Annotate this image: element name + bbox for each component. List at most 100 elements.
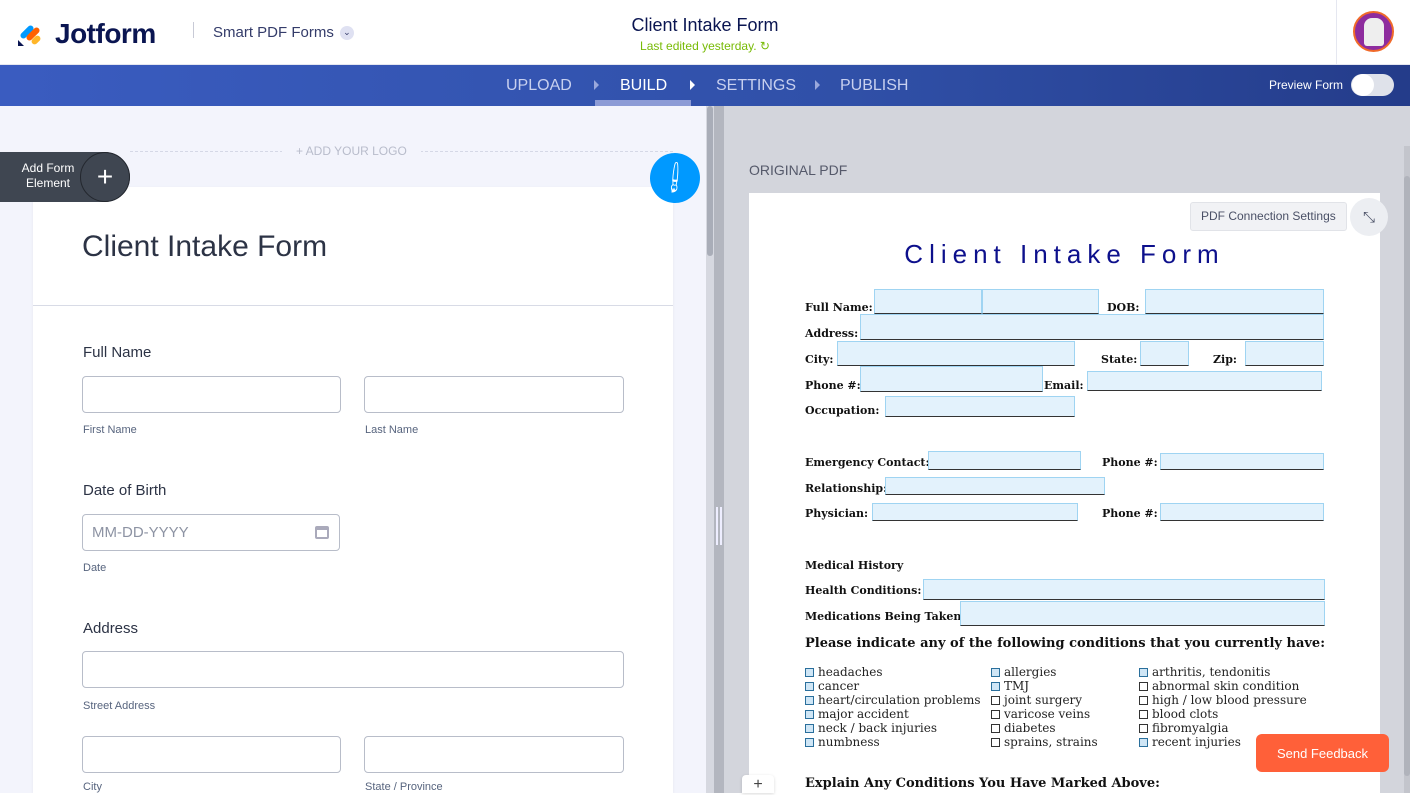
pane-resizer[interactable] xyxy=(714,106,724,793)
checkbox-icon[interactable] xyxy=(1139,667,1148,677)
pdf-field-emergency-contact[interactable] xyxy=(928,451,1081,470)
condition-label: headaches xyxy=(818,665,883,679)
pdf-field-state[interactable] xyxy=(1140,341,1189,366)
form-heading[interactable]: Client Intake Form xyxy=(82,230,327,264)
pdf-label-state: State: xyxy=(1101,353,1138,366)
pdf-field-address[interactable] xyxy=(860,314,1324,340)
city-input[interactable] xyxy=(82,736,341,773)
checkbox-icon[interactable] xyxy=(805,667,814,677)
condition-label: sprains, strains xyxy=(1004,735,1098,749)
tab-build[interactable]: BUILD xyxy=(620,77,667,95)
send-feedback-button[interactable]: Send Feedback xyxy=(1256,734,1389,772)
pdf-field-first-name[interactable] xyxy=(874,289,982,314)
right-scrollbar[interactable] xyxy=(1404,146,1410,793)
street-address-input[interactable] xyxy=(82,651,624,688)
first-name-input[interactable] xyxy=(82,376,341,413)
pdf-condition-checkbox[interactable]: numbness xyxy=(805,735,880,749)
checkbox-icon[interactable] xyxy=(991,709,1000,719)
pdf-condition-checkbox[interactable]: blood clots xyxy=(1139,707,1218,721)
checkbox-icon[interactable] xyxy=(805,737,814,747)
condition-label: neck / back injuries xyxy=(818,721,937,735)
tab-upload[interactable]: UPLOAD xyxy=(506,77,572,95)
preview-form-toggle[interactable] xyxy=(1351,74,1394,96)
pdf-condition-checkbox[interactable]: sprains, strains xyxy=(991,735,1098,749)
pdf-field-zip[interactable] xyxy=(1245,341,1324,366)
pdf-connection-settings-button[interactable]: PDF Connection Settings xyxy=(1190,202,1347,231)
checkbox-icon[interactable] xyxy=(991,723,1000,733)
last-name-sublabel: Last Name xyxy=(365,424,419,436)
dob-label: Date of Birth xyxy=(83,482,167,499)
pdf-condition-checkbox[interactable]: arthritis, tendonitis xyxy=(1139,665,1270,679)
pdf-field-email[interactable] xyxy=(1087,371,1322,391)
collapse-icon[interactable]: ⤡ xyxy=(1350,198,1388,236)
pdf-field-phone[interactable] xyxy=(860,366,1043,392)
checkbox-icon[interactable] xyxy=(991,737,1000,747)
pdf-label-zip: Zip: xyxy=(1213,353,1237,366)
checkbox-icon[interactable] xyxy=(805,709,814,719)
pdf-condition-checkbox[interactable]: neck / back injuries xyxy=(805,721,937,735)
condition-label: blood clots xyxy=(1152,707,1219,721)
condition-label: fibromyalgia xyxy=(1152,721,1229,735)
pdf-field-relationship[interactable] xyxy=(885,477,1105,495)
checkbox-icon[interactable] xyxy=(805,695,814,705)
pdf-field-occupation[interactable] xyxy=(885,396,1075,417)
add-form-element-label: Add Form Element xyxy=(21,161,75,190)
checkbox-icon[interactable] xyxy=(1139,695,1148,705)
pdf-condition-checkbox[interactable]: cancer xyxy=(805,679,859,693)
pdf-condition-checkbox[interactable]: heart/circulation problems xyxy=(805,693,981,707)
pdf-field-city[interactable] xyxy=(837,341,1075,366)
add-form-element-button[interactable]: Add Form Element + xyxy=(0,152,130,202)
checkbox-icon[interactable] xyxy=(991,667,1000,677)
pdf-field-physician[interactable] xyxy=(872,503,1078,521)
dob-input[interactable]: MM-DD-YYYY xyxy=(82,514,340,551)
pdf-field-emergency-phone[interactable] xyxy=(1160,453,1324,470)
chevron-right-icon xyxy=(815,80,820,90)
last-edited[interactable]: Last edited yesterday. ↻ xyxy=(0,39,1410,53)
add-logo-button[interactable]: + ADD YOUR LOGO xyxy=(282,144,421,158)
pdf-conditions-prompt: Please indicate any of the following con… xyxy=(805,636,1325,651)
pdf-label-email: Email: xyxy=(1044,379,1084,392)
pdf-condition-checkbox[interactable]: fibromyalgia xyxy=(1139,721,1228,735)
checkbox-icon[interactable] xyxy=(1139,737,1148,747)
pdf-condition-checkbox[interactable]: abnormal skin condition xyxy=(1139,679,1299,693)
form-title[interactable]: Client Intake Form xyxy=(0,15,1410,36)
condition-label: numbness xyxy=(818,735,880,749)
step-nav: UPLOAD BUILD SETTINGS PUBLISH Preview Fo… xyxy=(0,65,1410,106)
checkbox-icon[interactable] xyxy=(991,681,1000,691)
checkbox-icon[interactable] xyxy=(805,723,814,733)
form-builder-pane: + ADD YOUR LOGO Client Intake Form Full … xyxy=(0,106,706,793)
pdf-condition-checkbox[interactable]: allergies xyxy=(991,665,1056,679)
pdf-field-last-name[interactable] xyxy=(982,289,1099,314)
condition-label: joint surgery xyxy=(1004,693,1083,707)
avatar[interactable] xyxy=(1353,11,1394,52)
resize-grip-icon[interactable] xyxy=(716,507,722,545)
last-name-input[interactable] xyxy=(364,376,624,413)
pdf-condition-checkbox[interactable]: diabetes xyxy=(991,721,1056,735)
tab-settings[interactable]: SETTINGS xyxy=(716,77,796,95)
condition-label: heart/circulation problems xyxy=(818,693,981,707)
pdf-condition-checkbox[interactable]: joint surgery xyxy=(991,693,1082,707)
pdf-condition-checkbox[interactable]: TMJ xyxy=(991,679,1029,693)
pdf-field-medications[interactable] xyxy=(960,601,1325,626)
pdf-condition-checkbox[interactable]: recent injuries xyxy=(1139,735,1241,749)
pdf-condition-checkbox[interactable]: varicose veins xyxy=(991,707,1090,721)
pdf-field-health-conditions[interactable] xyxy=(923,579,1325,600)
checkbox-icon[interactable] xyxy=(1139,681,1148,691)
checkbox-icon[interactable] xyxy=(1139,709,1148,719)
checkbox-icon[interactable] xyxy=(805,681,814,691)
add-page-plus-icon[interactable]: + xyxy=(742,775,774,793)
pdf-field-dob[interactable] xyxy=(1145,289,1324,314)
chevron-right-icon xyxy=(690,80,695,90)
pdf-condition-checkbox[interactable]: high / low blood pressure xyxy=(1139,693,1307,707)
pdf-condition-checkbox[interactable]: headaches xyxy=(805,665,883,679)
tab-publish[interactable]: PUBLISH xyxy=(840,77,908,95)
pdf-label-occupation: Occupation: xyxy=(805,404,880,417)
pdf-field-physician-phone[interactable] xyxy=(1160,503,1324,521)
left-scrollbar[interactable] xyxy=(706,106,714,793)
state-input[interactable] xyxy=(364,736,624,773)
checkbox-icon[interactable] xyxy=(1139,723,1148,733)
calendar-icon[interactable] xyxy=(315,526,329,539)
checkbox-icon[interactable] xyxy=(991,695,1000,705)
pdf-condition-checkbox[interactable]: major accident xyxy=(805,707,909,721)
pdf-title: Client Intake Form xyxy=(904,239,1225,269)
